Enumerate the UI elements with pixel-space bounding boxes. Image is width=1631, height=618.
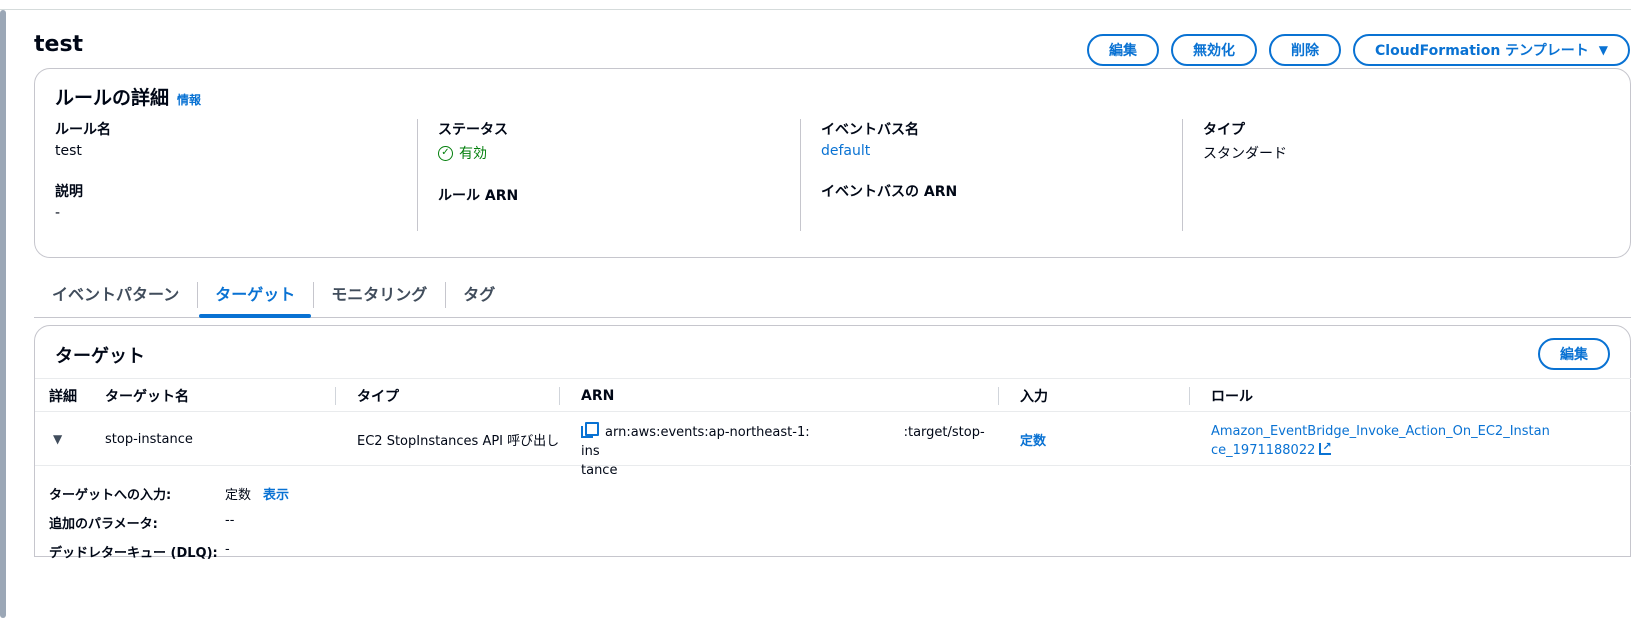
dlq-value: - [225, 542, 230, 557]
targets-table-header: 詳細 ターゲット名 タイプ ARN 入力 ロール [35, 378, 1631, 412]
column-detail: 詳細 [49, 389, 77, 405]
rule-name-label: ルール名 [55, 122, 111, 138]
expanded-dlq-row: デッドレターキュー (DLQ): - [49, 542, 230, 561]
header-actions: 編集 無効化 削除 CloudFormation テンプレート ▼ [1087, 34, 1630, 66]
arn-prefix: arn:aws:events:ap-northeast-1: [605, 425, 810, 440]
cloudformation-template-label: CloudFormation テンプレート [1375, 43, 1589, 59]
details-column-event-bus: イベントバス名 default イベントバスの ARN [800, 119, 1182, 231]
dlq-label: デッドレターキュー (DLQ): [49, 546, 218, 561]
rule-details-panel: ルールの詳細 情報 ルール名 test 説明 - ステータス ✓ 有効 ルール A… [34, 68, 1631, 258]
role-link[interactable]: Amazon_EventBridge_Invoke_Action_On_EC2_… [1211, 422, 1556, 460]
arn-wrap: tance [581, 463, 618, 478]
tab-monitoring[interactable]: モニタリング [313, 276, 445, 310]
details-column-status: ステータス ✓ 有効 ルール ARN [417, 119, 800, 231]
event-bus-label: イベントバス名 [821, 122, 919, 138]
caret-down-icon: ▼ [53, 432, 63, 446]
main-content: test 編集 無効化 削除 CloudFormation テンプレート ▼ ル… [14, 10, 1631, 618]
event-bus-link[interactable]: default [821, 143, 1182, 159]
event-bus-arn-label: イベントバスの ARN [821, 184, 958, 200]
page-header: test 編集 無効化 削除 CloudFormation テンプレート ▼ [34, 22, 1630, 70]
page-title: test [34, 32, 84, 57]
additional-params-value: -- [225, 513, 235, 528]
status-text: 有効 [459, 146, 487, 162]
table-row: ▼ stop-instance EC2 StopInstances API 呼び… [35, 412, 1631, 478]
role-text: Amazon_EventBridge_Invoke_Action_On_EC2_… [1211, 424, 1550, 458]
additional-params-label: 追加のパラメータ: [49, 517, 158, 532]
expand-row-toggle[interactable]: ▼ [53, 412, 62, 466]
targets-title: ターゲット [55, 346, 145, 367]
rule-details-heading: ルールの詳細 [55, 87, 170, 109]
cloudformation-template-button[interactable]: CloudFormation テンプレート ▼ [1353, 34, 1630, 66]
column-input: 入力 [998, 379, 1048, 413]
page-frame: test 編集 無効化 削除 CloudFormation テンプレート ▼ ル… [0, 0, 1631, 618]
details-column-type: タイプ スタンダード [1182, 119, 1582, 231]
expanded-input-row: ターゲットへの入力: 定数 表示 [49, 484, 289, 503]
description-value: - [55, 205, 61, 221]
target-input-label: ターゲットへの入力: [49, 488, 172, 503]
copy-icon[interactable] [581, 422, 599, 438]
target-input-value: 定数 [225, 488, 252, 503]
details-column-name: ルール名 test 説明 - [35, 119, 417, 231]
column-arn: ARN [558, 379, 614, 413]
target-role-cell: Amazon_EventBridge_Invoke_Action_On_EC2_… [1211, 412, 1556, 466]
rule-name-value: test [55, 143, 82, 159]
tab-tags[interactable]: タグ [445, 276, 513, 310]
target-name-cell: stop-instance [105, 431, 193, 447]
type-value: スタンダード [1203, 146, 1287, 162]
target-arn-cell: arn:aws:events:ap-northeast-1::target/st… [581, 412, 991, 478]
info-link[interactable]: 情報 [177, 93, 201, 107]
edit-button[interactable]: 編集 [1087, 34, 1159, 66]
target-type-cell: EC2 StopInstances API 呼び出し [357, 433, 560, 449]
target-input-link[interactable]: 定数 [1020, 412, 1046, 466]
status-label: ステータス [438, 122, 508, 138]
rule-arn-label: ルール ARN [438, 188, 519, 204]
external-link-icon [1319, 437, 1332, 456]
status-value: ✓ 有効 [438, 143, 800, 163]
rule-details-title: ルールの詳細 情報 [55, 83, 201, 110]
caret-down-icon: ▼ [1598, 43, 1608, 57]
column-target-name: ターゲット名 [105, 389, 189, 405]
tab-event-pattern[interactable]: イベントパターン [34, 276, 197, 310]
expanded-params-row: 追加のパラメータ: -- [49, 513, 234, 532]
targets-edit-button[interactable]: 編集 [1538, 338, 1610, 370]
column-type: タイプ [335, 379, 399, 413]
description-label: 説明 [55, 184, 83, 200]
tab-bar: イベントパターン ターゲット モニタリング タグ [34, 272, 1631, 318]
delete-button[interactable]: 削除 [1269, 34, 1341, 66]
type-label: タイプ [1203, 122, 1245, 138]
left-scrollbar[interactable] [0, 10, 6, 618]
arn-text: arn:aws:events:ap-northeast-1::target/st… [581, 422, 991, 480]
targets-panel: ターゲット 編集 詳細 ターゲット名 タイプ ARN 入力 ロール ▼ stop… [34, 325, 1631, 561]
check-circle-icon: ✓ [438, 145, 453, 161]
tab-targets[interactable]: ターゲット [197, 276, 313, 318]
show-input-link[interactable]: 表示 [263, 484, 289, 503]
disable-button[interactable]: 無効化 [1171, 34, 1257, 66]
column-role: ロール [1189, 379, 1253, 413]
